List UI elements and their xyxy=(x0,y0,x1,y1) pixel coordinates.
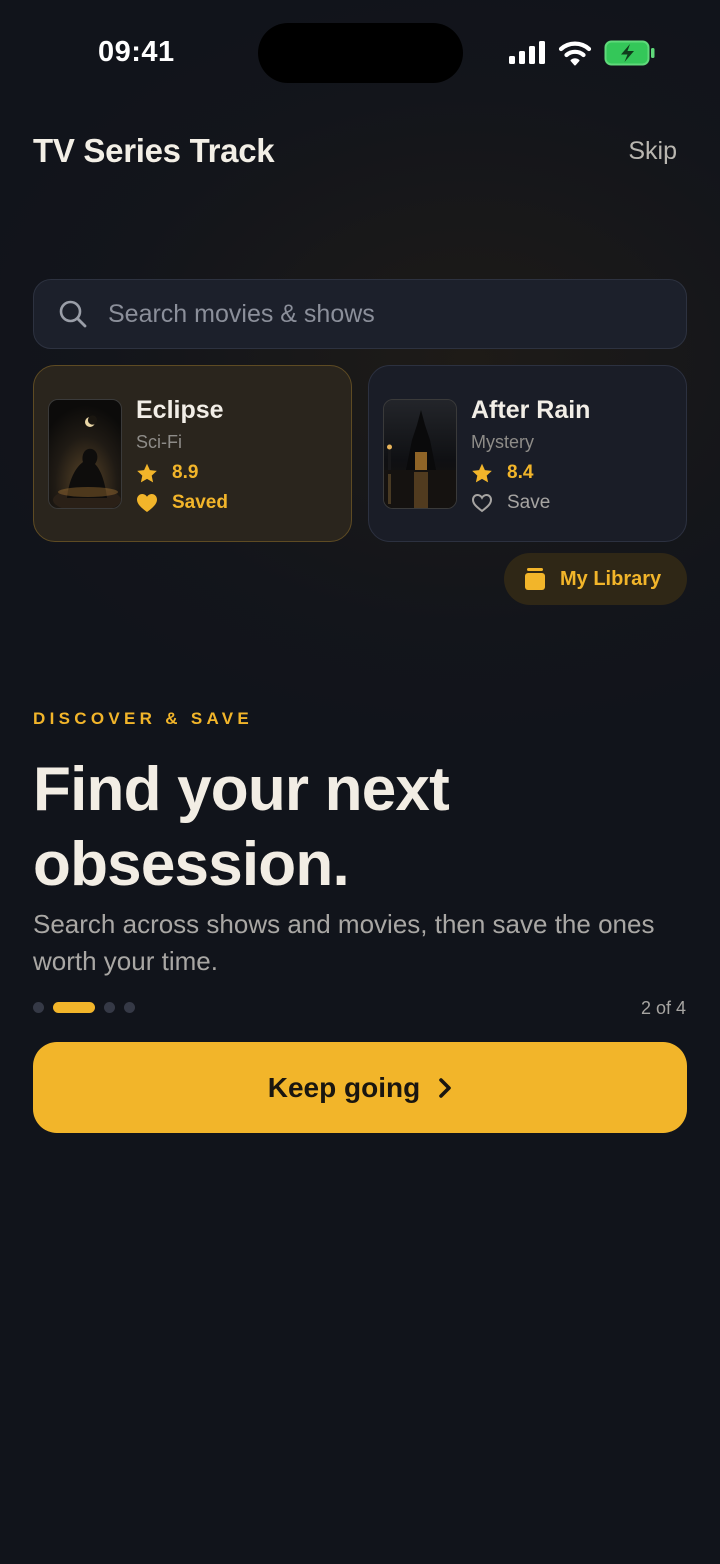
signal-icon xyxy=(509,41,545,64)
show-card-eclipse[interactable]: Eclipse Sci-Fi 8.9 Saved xyxy=(33,365,352,542)
status-icons xyxy=(508,38,656,68)
keep-going-button[interactable]: Keep going xyxy=(33,1042,687,1133)
status-bar: 09:41 xyxy=(0,0,720,100)
library-icon xyxy=(525,568,545,590)
wifi-icon xyxy=(558,41,592,66)
card-title: After Rain xyxy=(471,396,591,424)
my-library-button[interactable]: My Library xyxy=(504,553,687,605)
search-bar[interactable]: Search movies & shows xyxy=(33,279,687,349)
header: TV Series Track Skip xyxy=(33,126,687,176)
card-title: Eclipse xyxy=(136,396,224,424)
card-rating: 8.9 xyxy=(136,462,198,484)
star-icon xyxy=(472,463,492,482)
heart-outline-icon xyxy=(471,493,493,513)
search-placeholder: Search movies & shows xyxy=(108,299,375,328)
save-label: Saved xyxy=(172,492,228,513)
rating-value: 8.9 xyxy=(172,462,199,483)
skip-button[interactable]: Skip xyxy=(628,137,677,166)
card-genre: Sci-Fi xyxy=(136,432,182,452)
search-icon xyxy=(59,300,87,328)
page-dot-active xyxy=(53,1002,95,1013)
eyebrow-label: DISCOVER & SAVE xyxy=(33,709,254,728)
page-count: 2 of 4 xyxy=(640,998,686,1018)
star-icon xyxy=(137,463,157,482)
page-indicator-dots xyxy=(33,1002,135,1013)
save-label: Save xyxy=(507,492,551,513)
rating-value: 8.4 xyxy=(507,462,534,483)
card-genre: Mystery xyxy=(471,432,534,452)
app-title: TV Series Track xyxy=(33,132,275,169)
keep-going-label: Keep going xyxy=(267,1071,421,1103)
chevron-right-icon xyxy=(439,1077,452,1098)
save-toggle[interactable]: Save xyxy=(471,492,550,514)
card-rating: 8.4 xyxy=(471,462,533,484)
status-time: 09:41 xyxy=(98,36,175,68)
my-library-label: My Library xyxy=(560,567,662,590)
subtext: Search across shows and movies, then sav… xyxy=(33,909,655,976)
heart-filled-icon xyxy=(137,494,157,512)
poster-after-rain xyxy=(383,399,457,509)
saved-toggle[interactable]: Saved xyxy=(136,492,228,514)
page-dot xyxy=(33,1002,44,1013)
page-dot xyxy=(104,1002,115,1013)
poster-eclipse xyxy=(48,399,122,509)
dynamic-island xyxy=(258,23,463,83)
show-card-after-rain[interactable]: After Rain Mystery 8.4 Save xyxy=(368,365,687,542)
headline: Find your next obsession. xyxy=(33,755,450,899)
page-dot xyxy=(124,1002,135,1013)
battery-charging-icon xyxy=(604,40,655,66)
